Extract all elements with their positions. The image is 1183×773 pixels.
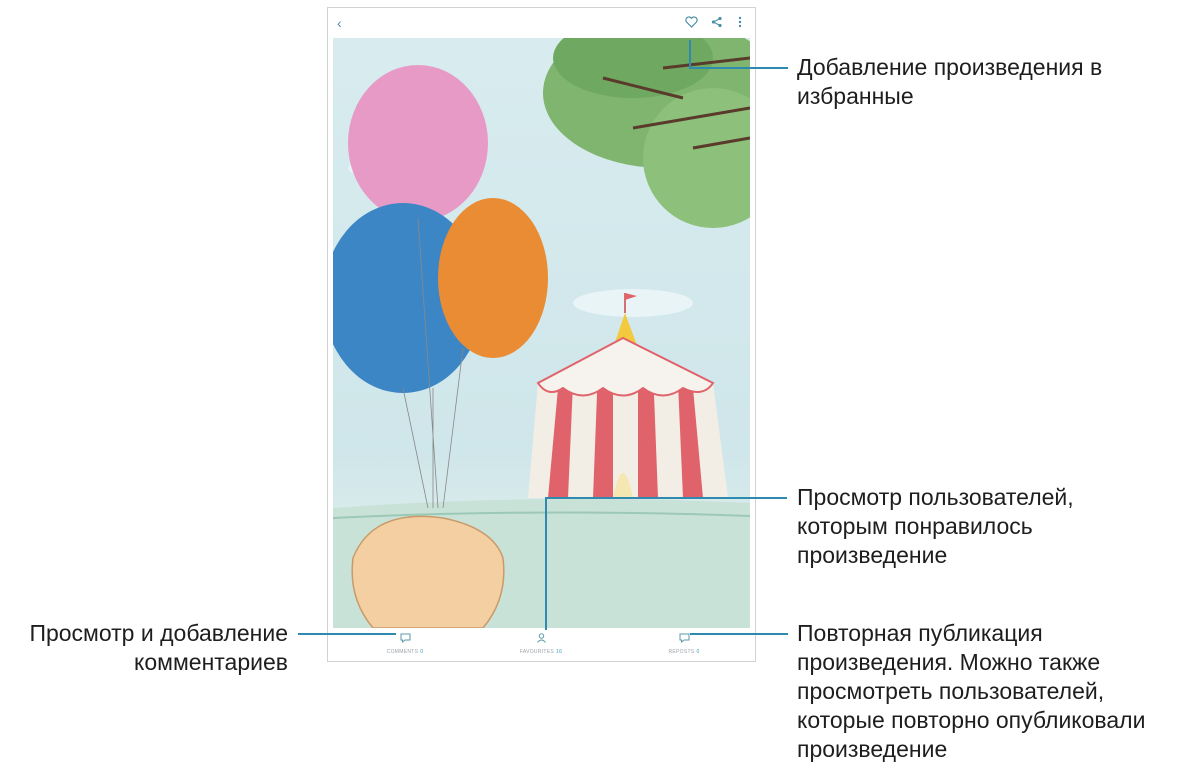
comments-button[interactable]: COMMENTS 0 [360,633,450,655]
reposts-label: REPOSTS [668,649,695,655]
callout-line-text: произведения. Можно также [797,649,1101,675]
callout-line-text: Добавление произведения в [797,54,1103,80]
callout-line-text: просмотреть пользователей, [797,678,1105,704]
heart-icon[interactable] [685,15,698,31]
likes-callout: Просмотр пользователей, которым понравил… [797,483,1074,570]
more-icon[interactable] [738,15,742,31]
repost-callout: Повторная публикация произведения. Можно… [797,619,1145,764]
artwork-image [333,38,750,628]
favourites-button[interactable]: FAVOURITES 16 [496,633,586,655]
artwork-drawing [333,38,750,628]
reposts-count: 0 [696,649,700,655]
callout-line-text: Просмотр и добавление [29,620,288,646]
back-arrow-icon[interactable]: ‹ [337,15,342,31]
reposts-button[interactable]: REPOSTS 0 [639,633,729,655]
favourites-label: FAVOURITES [519,649,555,655]
callout-line-text: которые повторно опубликовали [797,707,1146,733]
share-icon[interactable] [711,15,723,31]
callout-line-text: произведение [797,542,948,568]
likes-callout-line [545,497,787,499]
callout-line-text: комментариев [134,649,288,675]
device-screen: ‹ COMMENTS 0 FAVOURITES 16 REPOSTS 0 [327,7,756,662]
comments-count: 0 [420,649,424,655]
callout-line-text: Просмотр пользователей, [797,484,1074,510]
comments-callout: Просмотр и добавление комментариев [0,619,288,677]
callout-line-text: которым понравилось [797,513,1033,539]
repost-callout-line [690,633,788,635]
favourite-callout-line [689,67,788,69]
comments-label: COMMENTS [386,649,419,655]
callout-line-text: Повторная публикация [797,620,1043,646]
comments-callout-line [298,633,396,635]
favourites-count: 16 [556,649,563,655]
favourite-callout-line [689,40,691,69]
users-icon [496,633,586,646]
callout-line-text: произведение [797,736,948,762]
likes-callout-line [545,497,547,630]
favourite-callout: Добавление произведения в избранные [797,53,1102,111]
top-bar: ‹ [328,8,755,38]
callout-line-text: избранные [797,83,914,109]
